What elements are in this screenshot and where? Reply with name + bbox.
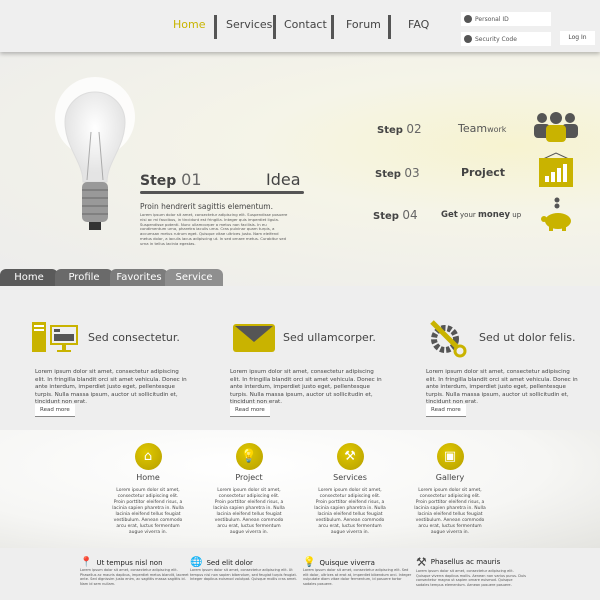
step1-heading: Step 01 [140,170,202,189]
security-code-input[interactable]: Security Code [461,32,551,46]
footer-body: Lorem ipsum dolor sit amet, consectetur … [303,568,412,586]
nav-services[interactable]: Services [226,18,272,31]
circle-text: Lorem ipsum dolor sit amet, consectetur … [414,488,486,535]
nav-divider [331,15,334,39]
step-label: Step [373,211,399,222]
title-part: work [487,125,507,134]
circle-text: Lorem ipsum dolor sit amet, consectetur … [314,488,386,535]
step-number: 03 [404,166,420,180]
circle-text: Lorem ipsum dolor sit amet, consectetur … [213,488,285,535]
tab-profile[interactable]: Profile [55,269,113,286]
circle-item-home[interactable]: ⌂ Home Lorem ipsum dolor sit amet, conse… [112,443,184,536]
chart-board-icon [539,152,573,187]
step-number: 04 [402,208,418,222]
personal-id-input[interactable]: Personal ID [461,12,551,26]
read-more-button[interactable]: Read more [426,404,466,416]
feature-heading: Sed consectetur. [88,331,180,344]
step2-heading: Step 02 [377,122,422,136]
login-button[interactable]: Log In [560,31,595,45]
feature-title: Sed ullamcorper. [283,331,376,344]
feature-body: Lorem ipsum dolor sit amet, consectetur … [426,369,578,405]
step-label: Step [377,125,403,136]
circle-text: Lorem ipsum dolor sit amet, consectetur … [112,488,184,535]
step4-heading: Step 04 [373,208,418,222]
step4-title: Get your money up [441,210,521,220]
feature-body: Lorem ipsum dolor sit amet, consectetur … [230,369,382,405]
nav-home[interactable]: Home [173,18,205,31]
nav-forum[interactable]: Forum [346,18,381,31]
footer-title: Phasellus ac mauris [430,558,501,566]
feature-body: Lorem ipsum dolor sit amet, consectetur … [35,369,187,405]
gallery-icon: ▣ [436,443,464,470]
envelope-icon [233,324,275,352]
title-part: money [478,210,511,220]
team-icon [534,112,578,142]
read-more-button[interactable]: Read more [230,404,270,416]
nav-faq[interactable]: FAQ [408,18,429,31]
feature-heading: Sed ut dolor felis. [479,331,576,344]
lock-icon [464,35,472,43]
step1-title: Idea [266,170,301,189]
step-number: 01 [181,170,202,189]
services-band [0,430,600,548]
header: Home Services Contact Forum FAQ Personal… [0,0,600,52]
footer-title: Sed elit dolor [206,558,253,567]
circle-label: Gallery [435,473,465,482]
step-label: Step [140,173,177,189]
personal-id-placeholder: Personal ID [475,15,509,23]
footer-item: 💡 Quisque viverra Lorem ipsum dolor sit am… [303,557,413,586]
wrench-gear-icon [430,320,467,358]
tab-home[interactable]: Home [0,269,58,286]
step-number: 02 [406,122,422,136]
user-icon [464,15,472,23]
step-label: Step [375,169,401,180]
circle-label: Services [333,473,367,482]
nav-divider [388,15,391,39]
circle-item-project[interactable]: 💡 Project Lorem ipsum dolor sit amet, co… [213,443,285,536]
tab-favorites[interactable]: Favorites [110,269,168,286]
footer-item: 🌐 Sed elit dolor Lorem ipsum dolor sit ame… [190,557,300,582]
footer-body: Lorem ipsum dolor sit amet, consectetur … [80,568,189,586]
tools-icon: ⚒ [336,443,364,470]
step3-heading: Step 03 [375,166,420,180]
title-part: Get [441,210,458,220]
footer-body: Lorem ipsum dolor sit amet, consectetur … [190,568,297,582]
lightbulb-image [55,77,135,230]
nav-divider [214,15,217,39]
security-code-placeholder: Security Code [475,35,517,43]
feature-heading: Sed ullamcorper. [283,331,376,344]
step1-underline [140,191,304,194]
circle-label: Project [235,473,263,482]
tab-service[interactable]: Service [165,269,223,286]
footer-body: Lorem ipsum dolor sit amet, consectetur … [416,569,526,587]
piggy-bank-icon [541,197,571,231]
step1-body: Lorem ipsum dolor sit amet, consectetur … [140,212,288,246]
title-part: up [510,211,522,219]
tools-icon: ⚒ [416,555,427,569]
nav-divider [273,15,276,39]
circle-label: Home [136,473,160,482]
feature-title: Sed ut dolor felis. [479,331,576,344]
hero: Step 01 Idea Proin hendrerit sagittis el… [0,52,600,286]
footer-title: Quisque viverra [319,558,375,567]
title-part: your [457,211,479,219]
title-part: Team [458,122,488,135]
read-more-button[interactable]: Read more [35,404,75,416]
footer-item: 📍 Ut tempus nisl non Lorem ipsum dolor sit… [80,557,190,586]
location-pin-icon: 📍 [80,557,93,568]
globe-icon: 🌐 [190,557,203,568]
step2-title: Teamwork [458,122,506,135]
lightbulb-icon: 💡 [235,443,263,470]
step3-title: Project [461,166,506,179]
feature-title: Sed consectetur. [88,331,180,344]
computer-icon [32,322,78,352]
home-icon: ⌂ [134,443,162,470]
nav-contact[interactable]: Contact [284,18,327,31]
footer-item: ⚒ Phasellus ac mauris Lorem ipsum dolor si… [416,555,526,587]
step1-subtitle: Proin hendrerit sagittis elementum. [140,202,274,211]
circle-item-services[interactable]: ⚒ Services Lorem ipsum dolor sit amet, c… [314,443,386,536]
circle-item-gallery[interactable]: ▣ Gallery Lorem ipsum dolor sit amet, co… [414,443,486,536]
lightbulb-outline-icon: 💡 [303,557,316,568]
footer-title: Ut tempus nisl non [96,558,163,567]
